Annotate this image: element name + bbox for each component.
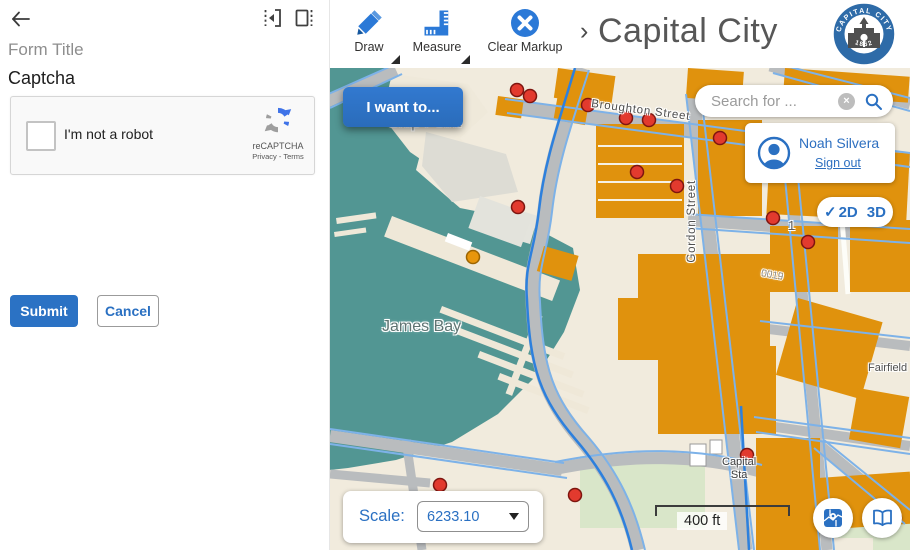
chevron-down-icon [509,513,519,520]
search-icon[interactable] [864,92,883,111]
check-icon: ✓ [824,203,837,221]
cancel-button[interactable]: Cancel [97,295,159,327]
app-root: Form Title Captcha I'm not a robot reCAP… [0,0,910,550]
scale-value: 6233.10 [427,509,509,525]
toolbar-overflow-chevron[interactable]: › [580,17,588,46]
ruler-icon [422,7,452,39]
city-logo: CAPITAL CITY 1862 [832,2,896,66]
search-clear-icon[interactable]: × [838,93,855,110]
search-input[interactable] [709,92,838,111]
bookmarks-button[interactable] [862,498,902,538]
measure-tool-label: Measure [413,40,462,54]
sign-out-link[interactable]: Sign out [815,156,861,170]
user-card: Noah Silvera Sign out [745,123,895,183]
draw-dropdown-caret[interactable] [391,55,400,64]
measure-dropdown-caret[interactable] [461,55,470,64]
search-bar: × [695,85,893,117]
label-james-bay: James Bay [382,318,461,336]
recaptcha-logo-icon [263,105,293,135]
dock-collapse-icon[interactable] [262,7,284,29]
dock-expand-icon[interactable] [293,7,315,29]
view-3d-button[interactable]: 3D [867,204,886,221]
clear-x-icon [509,7,541,39]
user-name: Noah Silvera [799,135,879,151]
draw-tool-button[interactable]: Draw [340,7,398,54]
dock-marker [467,251,480,264]
back-icon[interactable] [8,6,34,32]
recaptcha-widget: I'm not a robot reCAPTCHA Privacy - Term… [10,96,315,175]
captcha-section-title: Captcha [8,68,75,89]
recaptcha-label: I'm not a robot [64,126,153,142]
view-2d-button[interactable]: ✓2D [824,203,858,221]
map-toolbar: Draw Measure Clear Ma [330,0,910,68]
clear-markup-button[interactable]: Clear Markup [478,7,572,54]
recaptcha-privacy-terms[interactable]: Privacy - Terms [250,152,306,161]
panel-dock-controls [262,7,315,29]
book-icon [871,508,894,528]
clear-markup-label: Clear Markup [487,40,562,54]
recaptcha-checkbox[interactable] [26,121,56,151]
label-district: Fairfield [868,362,907,374]
label-house-number: 1 [788,218,795,233]
label-capital-station: Capital Sta [722,456,756,482]
recaptcha-brand: reCAPTCHA [250,141,306,151]
measure-tool-button[interactable]: Measure [404,7,470,54]
basemap-button[interactable] [813,498,853,538]
draw-tool-label: Draw [354,40,383,54]
submit-button[interactable]: Submit [10,295,78,327]
scale-dropdown[interactable]: 6233.10 [417,501,529,532]
app-title: Capital City [598,12,778,51]
scale-card: Scale: 6233.10 [343,491,543,543]
view-mode-toggle: ✓2D 3D [817,197,893,227]
map-region: Draw Measure Clear Ma [330,0,910,550]
scalebar: 400 ft [655,505,790,516]
i-want-to-button[interactable]: I want to... [343,87,463,127]
scalebar-label: 400 ft [677,512,727,530]
form-panel: Form Title Captcha I'm not a robot reCAP… [0,0,330,550]
map-canvas[interactable]: Ship Point James Bay Broughton Street Go… [330,68,910,550]
user-icon [757,136,791,170]
scale-label: Scale: [359,507,405,526]
form-title: Form Title [8,40,84,60]
label-gordon-street: Gordon Street [686,180,698,263]
basemap-icon [822,507,844,529]
pencil-icon [354,7,384,39]
